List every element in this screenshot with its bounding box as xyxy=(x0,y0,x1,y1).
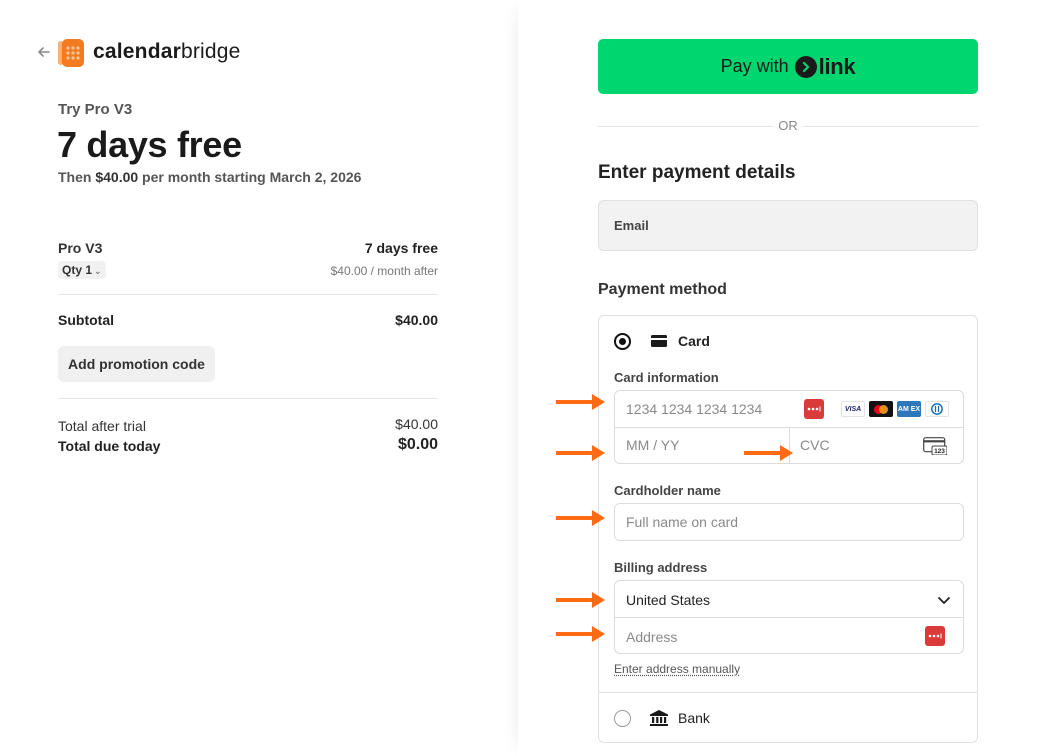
plan-billing-terms: Then $40.00 per month starting March 2, … xyxy=(58,169,361,185)
billing-address-group: United States xyxy=(614,580,964,654)
pay-with-label: Pay with xyxy=(720,56,789,76)
back-arrow-icon[interactable] xyxy=(36,44,52,60)
then-prefix: Then xyxy=(58,169,96,185)
annotation-arrow-icon xyxy=(556,394,605,410)
subtotal-value: $40.00 xyxy=(395,312,438,328)
mastercard-icon xyxy=(869,401,893,417)
then-amount: $40.00 xyxy=(95,169,139,185)
order-summary-panel: calendarbridge Try Pro V3 7 days free Th… xyxy=(0,0,518,756)
card-number-input[interactable] xyxy=(626,399,796,419)
payment-method-title: Payment method xyxy=(598,281,727,298)
pay-with-link-button[interactable]: Pay with link xyxy=(598,39,978,94)
link-logo: link xyxy=(794,53,856,80)
card-radio[interactable] xyxy=(614,333,631,350)
divider xyxy=(58,294,438,295)
plan-try-label: Try Pro V3 xyxy=(58,101,133,118)
brand-name: calendarbridge xyxy=(93,40,241,64)
card-information-label: Card information xyxy=(614,370,719,385)
brand-name-bold: calendar xyxy=(93,40,181,63)
visa-icon: VISA xyxy=(841,401,865,417)
enter-address-manually-link[interactable]: Enter address manually xyxy=(614,662,740,676)
amex-icon: AM EX xyxy=(897,401,921,417)
billing-address-label: Billing address xyxy=(614,560,708,575)
annotation-arrow-icon xyxy=(556,445,605,461)
divider xyxy=(615,617,963,618)
cardholder-name-label: Cardholder name xyxy=(614,483,721,498)
product-price: 7 days free xyxy=(364,240,438,256)
bank-icon xyxy=(650,710,668,726)
cvc-input[interactable] xyxy=(800,435,920,455)
password-manager-icon[interactable] xyxy=(925,626,945,646)
payment-details-title: Enter payment details xyxy=(598,162,796,183)
email-field[interactable] xyxy=(598,200,978,251)
product-price-after: $40.00 / month after xyxy=(330,264,438,278)
add-promotion-code-button[interactable]: Add promotion code xyxy=(58,346,215,382)
bank-method-label: Bank xyxy=(678,710,710,726)
link-wordmark: link xyxy=(818,53,856,79)
card-brands: VISA AM EX xyxy=(841,401,949,417)
annotation-arrow-icon xyxy=(556,592,605,608)
payment-method-box: Card Card information VISA AM EX xyxy=(598,315,978,743)
cvc-card-icon: 123 xyxy=(923,437,947,455)
chevron-down-icon[interactable] xyxy=(937,593,951,607)
card-method-label: Card xyxy=(678,333,710,349)
address-input[interactable] xyxy=(626,627,906,647)
cvc-icon-text: 123 xyxy=(934,448,945,455)
total-after-trial-value: $40.00 xyxy=(395,416,438,432)
divider xyxy=(58,398,438,399)
brand-name-regular: bridge xyxy=(180,40,241,63)
total-due-today-value: $0.00 xyxy=(397,436,438,453)
password-manager-icon[interactable] xyxy=(804,399,824,419)
country-select[interactable]: United States xyxy=(626,592,710,608)
annotation-arrow-icon xyxy=(744,445,793,461)
plan-headline: 7 days free xyxy=(57,124,242,165)
bank-radio[interactable] xyxy=(614,710,631,727)
divider xyxy=(599,692,977,693)
diners-club-icon xyxy=(925,401,949,417)
annotation-arrow-icon xyxy=(556,510,605,526)
calendarbridge-logo-icon xyxy=(58,39,84,67)
cardholder-name-input[interactable] xyxy=(614,503,964,541)
annotation-arrow-icon xyxy=(556,626,605,642)
or-text: OR xyxy=(773,118,803,133)
then-suffix: per month starting March 2, 2026 xyxy=(138,169,362,185)
credit-card-icon xyxy=(651,335,667,347)
link-chevron-icon xyxy=(794,55,817,78)
